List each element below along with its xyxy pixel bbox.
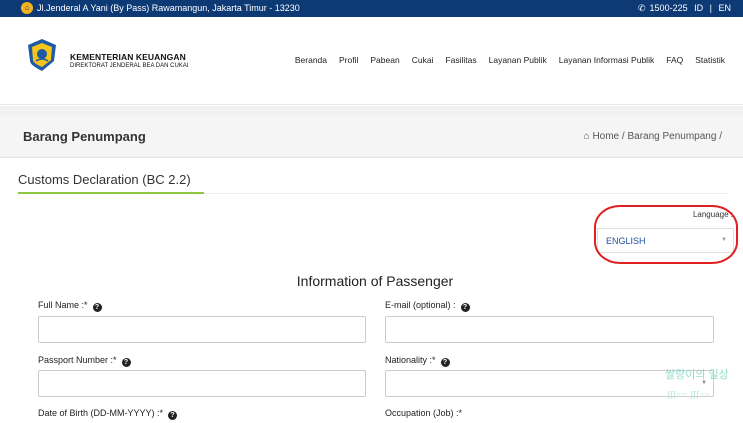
full-name-label-text: Full Name :* <box>38 300 88 310</box>
address-text: Jl.Jenderal A Yani (By Pass) Rawamangun,… <box>37 3 300 13</box>
form-title: Information of Passenger <box>296 273 454 289</box>
occupation-label: Occupation (Job) :* <box>385 408 463 418</box>
nav-fasilitas[interactable]: Fasilitas <box>445 55 476 65</box>
page-header: Barang Penumpang ⌂ Home / Barang Penumpa… <box>0 116 743 158</box>
nav-layanan-publik[interactable]: Layanan Publik <box>489 55 547 65</box>
nav-pabean[interactable]: Pabean <box>370 55 399 65</box>
passport-label: Passport Number :*? <box>38 355 131 367</box>
email-label-text: E-mail (optional) : <box>385 300 456 310</box>
nationality-label-text: Nationality :* <box>385 355 436 365</box>
passport-label-text: Passport Number :* <box>38 355 117 365</box>
phone-number[interactable]: 1500-225 <box>650 3 688 13</box>
email-label: E-mail (optional) :? <box>385 300 470 312</box>
organization-name[interactable]: KEMENTERIAN KEUANGAN DIREKTORAT JENDERAL… <box>70 52 188 69</box>
nav-faq[interactable]: FAQ <box>666 55 683 65</box>
full-name-label: Full Name :*? <box>38 300 102 312</box>
nav-statistik[interactable]: Statistik <box>695 55 725 65</box>
page-title: Barang Penumpang <box>23 129 146 144</box>
dob-label: Date of Birth (DD-MM-YYYY) :*? <box>38 408 178 420</box>
breadcrumb-current: Barang Penumpang <box>627 131 717 142</box>
phone-icon: ✆ <box>638 3 646 13</box>
dob-label-text: Date of Birth (DD-MM-YYYY) :* <box>38 408 164 418</box>
help-icon[interactable]: ? <box>168 411 178 420</box>
help-icon[interactable]: ? <box>121 358 131 367</box>
lang-en-link[interactable]: EN <box>718 3 731 13</box>
watermark-deco: ʃʃʃ~~ ʃʃʃ~~ <box>668 390 711 399</box>
lang-id-link[interactable]: ID <box>694 3 703 13</box>
top-right-links: ✆ 1500-225 ID | EN <box>634 3 731 14</box>
home-icon: ⌂ <box>21 2 33 14</box>
breadcrumb-trail: / <box>719 131 722 142</box>
main-nav: Beranda Profil Pabean Cukai Fasilitas La… <box>283 55 725 65</box>
full-name-input[interactable] <box>38 316 366 343</box>
help-icon[interactable]: ? <box>460 303 470 312</box>
section-underline <box>18 192 204 194</box>
org-line1: KEMENTERIAN KEUANGAN <box>70 52 186 62</box>
breadcrumb-separator: / <box>621 131 625 142</box>
lang-separator: | <box>709 3 712 13</box>
nationality-label: Nationality :*? <box>385 355 450 367</box>
section-title: Customs Declaration (BC 2.2) <box>18 172 191 187</box>
help-icon[interactable]: ? <box>440 358 450 367</box>
home-icon: ⌂ <box>583 131 590 142</box>
help-icon[interactable]: ? <box>92 303 102 312</box>
header-spacer <box>0 106 743 116</box>
nav-layanan-informasi-publik[interactable]: Layanan Informasi Publik <box>559 55 654 65</box>
breadcrumb: ⌂ Home / Barang Penumpang / <box>584 131 722 142</box>
nav-profil[interactable]: Profil <box>339 55 358 65</box>
org-line2: DIREKTORAT JENDERAL BEA DAN CUKAI <box>70 63 189 69</box>
kemenkeu-logo[interactable] <box>24 37 60 73</box>
top-info-bar: ⌂ Jl.Jenderal A Yani (By Pass) Rawamangu… <box>0 0 743 17</box>
red-highlight-annotation <box>594 205 738 264</box>
email-input[interactable] <box>385 316 714 343</box>
breadcrumb-home[interactable]: Home <box>592 131 619 142</box>
nav-cukai[interactable]: Cukai <box>412 55 434 65</box>
passport-input[interactable] <box>38 370 366 397</box>
nav-beranda[interactable]: Beranda <box>295 55 327 65</box>
site-header: KEMENTERIAN KEUANGAN DIREKTORAT JENDERAL… <box>0 17 743 105</box>
watermark-text: 쌀랑이의 일상 <box>665 369 729 381</box>
